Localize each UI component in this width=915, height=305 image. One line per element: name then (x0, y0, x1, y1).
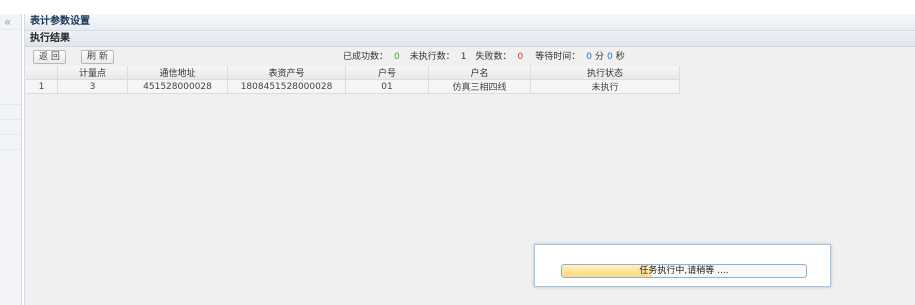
pending-count-label: 未执行数： (409, 52, 455, 62)
results-table: 计量点 通信地址 表资产号 户号 户名 执行状态 1 3 45152800002… (26, 66, 680, 94)
column-header-comm-address[interactable]: 通信地址 (127, 66, 228, 80)
column-header-account-name[interactable]: 户名 (428, 66, 531, 80)
failed-count-label: 失败数： (475, 52, 512, 62)
column-header-index (26, 66, 58, 80)
failed-count-value: 0 (517, 52, 524, 62)
progress-message: 任务执行中,请稍等 .... (639, 266, 729, 276)
rail-divider (0, 29, 21, 30)
toolbar: 返 回 刷 新 已成功数： 0 未执行数： 1 失败数： 0 等待时间： 0 分 0 秒 (25, 47, 915, 67)
account-number-cell: 01 (345, 79, 429, 94)
progress-dialog: 任务执行中,请稍等 .... (534, 244, 831, 287)
refresh-button[interactable]: 刷 新 (81, 50, 114, 64)
success-count-value: 0 (394, 52, 400, 62)
success-count-label: 已成功数： (343, 52, 389, 62)
rail-divider (0, 134, 21, 135)
column-header-asset-number[interactable]: 表资产号 (227, 66, 346, 80)
rail-divider (0, 104, 21, 105)
second-unit: 秒 (615, 52, 625, 62)
table-header-row: 计量点 通信地址 表资产号 户号 户名 执行状态 (26, 66, 680, 80)
rail-divider (0, 149, 21, 150)
column-header-execution-status[interactable]: 执行状态 (530, 66, 680, 80)
account-name-cell: 仿真三相四线 (428, 79, 531, 94)
wait-time-label: 等待时间： (535, 52, 581, 62)
rail-divider (0, 119, 21, 120)
row-index: 1 (26, 79, 58, 94)
back-button[interactable]: 返 回 (33, 50, 66, 64)
section-title: 执行结果 (25, 31, 915, 47)
wait-seconds-value: 0 (607, 52, 613, 62)
column-header-metering-point[interactable]: 计量点 (57, 66, 128, 80)
execution-stats: 已成功数： 0 未执行数： 1 失败数： 0 等待时间： 0 分 0 秒 (343, 50, 625, 64)
left-rail: « (0, 14, 22, 305)
double-chevron-left-icon[interactable]: « (4, 16, 11, 28)
panel-title: 表计参数设置 (25, 14, 915, 31)
column-header-account-number[interactable]: 户号 (345, 66, 429, 80)
execution-status-cell[interactable]: 未执行 (530, 79, 680, 94)
progress-bar: 任务执行中,请稍等 .... (561, 264, 807, 278)
pending-count-value: 1 (460, 52, 467, 62)
minute-unit: 分 (595, 52, 605, 62)
comm-address-cell: 451528000028 (127, 79, 228, 94)
metering-point-cell: 3 (57, 79, 128, 94)
wait-minutes-value: 0 (586, 52, 592, 62)
asset-number-cell: 1808451528000028 (227, 79, 346, 94)
table-row[interactable]: 1 3 451528000028 1808451528000028 01 仿真三… (26, 79, 680, 94)
